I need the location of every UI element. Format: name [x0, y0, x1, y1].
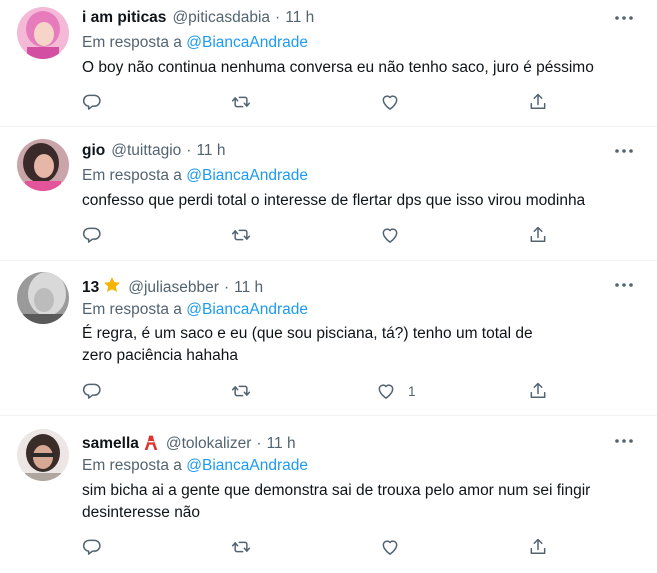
tweet-text: É regra, é um saco e eu (que sou piscian…	[82, 325, 533, 364]
tokyo-tower-emoji-icon	[142, 431, 160, 457]
ellipsis-icon	[615, 439, 633, 443]
star-emoji-icon	[102, 275, 122, 301]
retweet-icon	[231, 96, 251, 108]
display-name[interactable]: i am piticas	[82, 8, 166, 28]
username[interactable]: @juliasebber	[128, 278, 219, 298]
timestamp[interactable]: 11 h	[285, 8, 314, 28]
reply-icon	[82, 383, 101, 399]
avatar[interactable]	[17, 272, 69, 324]
tweet[interactable]: i am piticas @piticasdabia · 11 h Em res…	[0, 0, 657, 127]
reply-context: Em resposta a @BiancaAndrade	[82, 166, 308, 186]
tweet-header: samella @tolokalizer · 11 h	[82, 431, 296, 457]
like-count: 1	[408, 383, 416, 399]
username[interactable]: @tolokalizer	[166, 434, 252, 454]
action-bar	[82, 91, 552, 113]
retweet-button[interactable]	[231, 224, 251, 246]
avatar[interactable]	[17, 139, 69, 191]
separator: ·	[223, 279, 230, 296]
reply-context: Em resposta a @BiancaAndrade	[82, 456, 308, 476]
ellipsis-icon	[615, 283, 633, 287]
share-icon	[530, 382, 546, 398]
share-icon	[530, 538, 546, 554]
action-bar: 1	[82, 380, 552, 402]
reply-button[interactable]	[82, 91, 102, 113]
action-bar	[82, 536, 552, 558]
tweet-text: O boy não continua nenhuma conversa eu n…	[82, 59, 594, 76]
tweet-header: gio @tuittagio · 11 h	[82, 141, 225, 161]
reply-button[interactable]	[82, 380, 102, 402]
more-options-button[interactable]	[613, 141, 635, 161]
reply-icon	[82, 539, 101, 555]
like-button[interactable]	[380, 536, 412, 558]
retweet-icon	[231, 541, 251, 553]
heart-icon	[382, 228, 398, 243]
heart-icon	[382, 540, 398, 555]
retweet-button[interactable]	[231, 536, 251, 558]
like-button[interactable]	[380, 224, 412, 246]
retweet-icon	[231, 229, 251, 241]
reply-prefix: Em resposta a	[82, 34, 187, 51]
tweet-text: sim bicha ai a gente que demonstra sai d…	[82, 482, 591, 521]
avatar[interactable]	[17, 429, 69, 481]
separator: ·	[186, 142, 192, 159]
username[interactable]: @tuittagio	[111, 141, 181, 161]
username[interactable]: @piticasdabia	[172, 8, 270, 28]
separator: ·	[275, 9, 281, 26]
avatar[interactable]	[17, 7, 69, 59]
reply-context: Em resposta a @BiancaAndrade	[82, 300, 308, 320]
display-name[interactable]: samella	[82, 434, 139, 454]
reply-prefix: Em resposta a	[82, 167, 187, 184]
display-name[interactable]: 13	[82, 278, 99, 298]
reply-icon	[82, 94, 101, 110]
retweet-button[interactable]	[231, 380, 251, 402]
retweet-icon	[231, 385, 251, 397]
mention-link[interactable]: @BiancaAndrade	[186, 34, 308, 51]
reply-prefix: Em resposta a	[82, 301, 187, 318]
reply-icon	[82, 227, 101, 243]
display-name[interactable]: gio	[82, 141, 105, 161]
share-button[interactable]	[528, 224, 548, 246]
like-button[interactable]	[380, 91, 412, 113]
tweet[interactable]: 13 @juliasebber · 11 h Em resposta a @Bi…	[0, 261, 657, 416]
like-button[interactable]: 1	[376, 380, 416, 402]
share-button[interactable]	[528, 536, 548, 558]
share-button[interactable]	[528, 380, 548, 402]
more-options-button[interactable]	[613, 431, 635, 451]
ellipsis-icon	[615, 149, 633, 153]
timestamp[interactable]: 11 h	[267, 434, 296, 454]
separator: ·	[256, 435, 262, 452]
reply-feed: i am piticas @piticasdabia · 11 h Em res…	[0, 0, 657, 573]
tweet[interactable]: samella @tolokalizer · 11 h Em resposta …	[0, 416, 657, 573]
tweet-header: 13 @juliasebber · 11 h	[82, 275, 263, 301]
reply-context: Em resposta a @BiancaAndrade	[82, 33, 308, 53]
more-options-button[interactable]	[613, 8, 635, 28]
share-icon	[530, 226, 546, 242]
mention-link[interactable]: @BiancaAndrade	[186, 457, 308, 474]
share-button[interactable]	[528, 91, 548, 113]
share-icon	[530, 93, 546, 109]
reply-button[interactable]	[82, 224, 102, 246]
heart-icon	[382, 95, 398, 110]
reply-button[interactable]	[82, 536, 102, 558]
tweet-header: i am piticas @piticasdabia · 11 h	[82, 8, 314, 28]
retweet-button[interactable]	[231, 91, 251, 113]
tweet-text: confesso que perdi total o interesse de …	[82, 192, 586, 209]
more-options-button[interactable]	[613, 275, 635, 295]
mention-link[interactable]: @BiancaAndrade	[186, 301, 308, 318]
ellipsis-icon	[615, 16, 633, 20]
tweet[interactable]: gio @tuittagio · 11 h Em resposta a @Bia…	[0, 127, 657, 261]
mention-link[interactable]: @BiancaAndrade	[186, 167, 308, 184]
reply-prefix: Em resposta a	[82, 457, 187, 474]
timestamp[interactable]: 11 h	[234, 278, 263, 298]
timestamp[interactable]: 11 h	[196, 141, 225, 161]
action-bar	[82, 224, 552, 246]
heart-icon	[378, 384, 394, 399]
